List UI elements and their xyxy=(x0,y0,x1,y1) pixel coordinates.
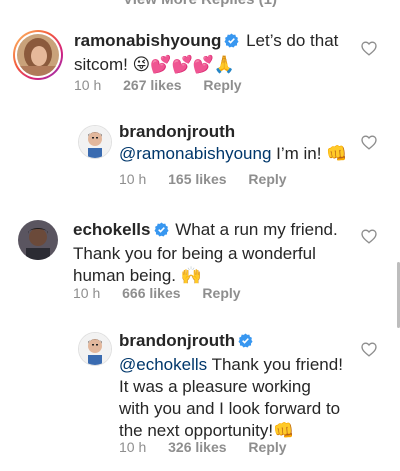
mention-link[interactable]: @ramonabishyoung xyxy=(119,144,271,163)
avatar-brandonjrouth[interactable] xyxy=(78,125,112,159)
comment-username[interactable]: ramonabishyoung xyxy=(74,31,221,50)
reply-button[interactable]: Reply xyxy=(248,171,286,187)
comment-likes[interactable]: 326 likes xyxy=(168,439,226,455)
mention-link[interactable]: @echokells xyxy=(119,355,207,374)
avatar-ramonabishyoung[interactable] xyxy=(17,34,59,76)
verified-badge-icon xyxy=(224,32,239,54)
comment-likes[interactable]: 267 likes xyxy=(123,77,181,93)
heart-outline-icon[interactable] xyxy=(361,229,377,244)
comment-time: 10 h xyxy=(119,171,147,187)
avatar-brandonjrouth[interactable] xyxy=(78,332,112,366)
comment-body: brandonjrouth @echokells Thank you frien… xyxy=(119,330,344,442)
heart-outline-icon[interactable] xyxy=(361,342,377,357)
verified-badge-icon xyxy=(153,221,169,243)
comment-time: 10 h xyxy=(73,285,101,301)
comment-body: ramonabishyoung Let’s do that sitcom! 😜💕… xyxy=(74,30,354,76)
reply-button[interactable]: Reply xyxy=(203,77,241,93)
comment-likes[interactable]: 165 likes xyxy=(168,171,226,187)
comment-time: 10 h xyxy=(74,77,102,93)
comment-body: brandonjrouth @ramonabishyoung I’m in! 👊 xyxy=(119,121,359,165)
comment-meta: 10 h 666 likes Reply xyxy=(73,285,259,301)
comments-screen: View More Replies (1) ramonabishyoung Le… xyxy=(0,0,400,471)
comment-username[interactable]: brandonjrouth xyxy=(119,331,235,350)
comment-time: 10 h xyxy=(119,439,147,455)
reply-button[interactable]: Reply xyxy=(248,439,286,455)
comment-username[interactable]: brandonjrouth xyxy=(119,122,235,141)
avatar-echokells[interactable] xyxy=(18,220,58,260)
comment-likes[interactable]: 666 likes xyxy=(122,285,180,301)
comment-username[interactable]: echokells xyxy=(73,220,151,239)
view-more-replies-link[interactable]: View More Replies (1) xyxy=(0,0,400,8)
comment-meta: 10 h 267 likes Reply xyxy=(74,77,260,93)
verified-badge-icon xyxy=(238,332,253,354)
heart-outline-icon[interactable] xyxy=(361,135,377,150)
comment-text: I’m in! 👊 xyxy=(276,144,348,163)
comment-meta: 10 h 165 likes Reply xyxy=(119,171,305,187)
comment-meta: 10 h 326 likes Reply xyxy=(119,439,305,455)
comment-body: echokells What a run my friend. Thank yo… xyxy=(73,219,353,287)
heart-outline-icon[interactable] xyxy=(361,41,377,56)
reply-button[interactable]: Reply xyxy=(202,285,240,301)
